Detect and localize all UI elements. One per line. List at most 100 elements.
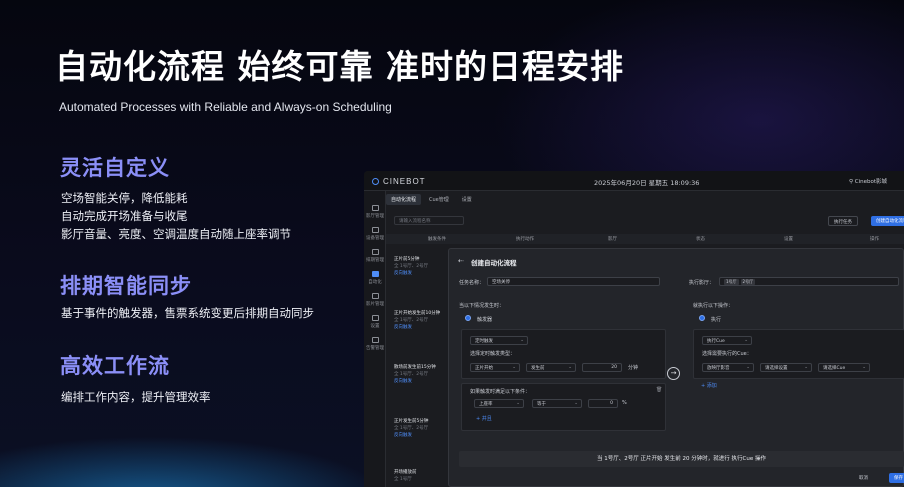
film-icon <box>371 293 379 299</box>
trigger-when-select[interactable]: 发生前 ⌄ <box>526 363 576 372</box>
row-title: 正片发生前5分钟 <box>394 419 429 424</box>
row-title: 开场播放前 <box>394 470 417 475</box>
add-action-button[interactable]: + 添加 <box>701 382 717 389</box>
row-meta: 全 1号厅、2号厅 <box>394 426 429 431</box>
feature-heading-customize: 灵活自定义 <box>60 156 170 180</box>
sidebar-item-automation[interactable]: 自动化 <box>366 271 384 289</box>
table-row[interactable]: 开场播放前全 1号厅 <box>394 469 450 483</box>
action-device-value: 放映厅影音 <box>707 366 730 371</box>
trigger-event-select[interactable]: 正片开始 ⌄ <box>470 363 520 372</box>
automation-icon <box>371 271 379 277</box>
row-link[interactable]: 反向触发 <box>394 270 450 277</box>
condition-panel: 如果触发时满足以下条件： 🗑 上座率 ⌄ 等于 ⌄ 0 % + 并且 <box>461 383 666 431</box>
create-flow-button[interactable]: 创建自动化流程 <box>871 216 904 226</box>
table-row[interactable]: 正片开始发生前10分钟全 1号厅、2号厅 反向触发 <box>394 310 450 331</box>
sidebar-label: 设备管理 <box>366 236 384 241</box>
top-bar: CINEBOT 2025年06月20日 星期五 18:09:36 ⚲ Cineb… <box>364 171 904 191</box>
search-input[interactable]: 请输入流程名称 <box>394 216 464 225</box>
exec-hall-select[interactable]: 1号厅 2号厅 <box>719 277 899 286</box>
condition-operator-value: 等于 <box>537 402 546 407</box>
condition-operator-select[interactable]: 等于 ⌄ <box>532 399 582 408</box>
feature-line: 空场智能关停，降低能耗 <box>61 191 188 205</box>
table-row[interactable]: 散场前发生前15分钟全 1号厅、2号厅 反向触发 <box>394 364 450 385</box>
task-name-label: 任务名称： <box>459 280 485 286</box>
logo-icon <box>372 178 379 185</box>
sidebar-label: 设置 <box>370 324 380 329</box>
action-setting-select[interactable]: 请选择设置 ⌄ <box>760 363 812 372</box>
chevron-down-icon: ⌄ <box>746 365 750 370</box>
chevron-down-icon: ⌄ <box>512 365 516 370</box>
action-cue-value: 请选择Cue <box>823 366 846 371</box>
col-trigger: 触发条件 <box>428 237 446 242</box>
row-link[interactable]: 反向触发 <box>394 378 450 385</box>
app-logo: CINEBOT <box>372 177 426 186</box>
sidebar-label: 告警管理 <box>366 346 384 351</box>
trigger-radio[interactable] <box>465 315 471 321</box>
table-row[interactable]: 正片前5分钟全 1号厅、2号厅 反向触发 <box>394 256 450 277</box>
feature-heading-sync: 排期智能同步 <box>60 274 192 298</box>
action-device-select[interactable]: 放映厅影音 ⌄ <box>702 363 754 372</box>
col-hall: 影厅 <box>608 237 617 242</box>
cinema-label: Cinebot影城 <box>854 179 888 185</box>
condition-value-input[interactable]: 0 <box>588 399 618 408</box>
tab-settings[interactable]: 设置 <box>457 194 477 205</box>
action-option-label: 执行 <box>711 317 722 323</box>
row-link[interactable]: 反向触发 <box>394 324 450 331</box>
trigger-panel: 定时触发 ⌄ 选择定时触发类型： 正片开始 ⌄ 发生前 ⌄ 20 分钟 <box>461 329 666 379</box>
hall-chip[interactable]: 1号厅 <box>724 279 739 285</box>
device-icon <box>371 227 379 233</box>
logo-text: CINEBOT <box>383 177 426 186</box>
flow-summary: 当 1号厅、2号厅 正片开始 发生前 20 分钟时，就进行 执行Cue 操作 <box>459 451 904 467</box>
row-title: 散场前发生前15分钟 <box>394 365 436 370</box>
condition-metric-select[interactable]: 上座率 ⌄ <box>474 399 524 408</box>
arrow-right-icon: → <box>667 367 680 380</box>
sidebar-item-settings[interactable]: 设置 <box>366 315 384 333</box>
sidebar-label: 影厅管理 <box>366 214 384 219</box>
col-action: 执行动作 <box>516 237 534 242</box>
row-meta: 全 1号厅、2号厅 <box>394 264 429 269</box>
calendar-icon <box>371 249 379 255</box>
sidebar-label: 排期管理 <box>366 258 384 263</box>
sidebar-item-hall[interactable]: 影厅管理 <box>366 205 384 223</box>
task-name-input[interactable]: 空场关停 <box>487 277 660 286</box>
trigger-type-select[interactable]: 定时触发 ⌄ <box>470 336 528 345</box>
cinema-name[interactable]: ⚲ Cinebot影城 <box>849 177 887 185</box>
exec-hall-label: 执行影厅： <box>689 280 715 286</box>
row-meta: 全 1号厅、2号厅 <box>394 318 429 323</box>
sidebar-item-film[interactable]: 影片管理 <box>366 293 384 311</box>
sidebar-item-device[interactable]: 设备管理 <box>366 227 384 245</box>
trash-icon[interactable]: 🗑 <box>656 387 662 393</box>
tab-bar: 自动化流程 Cue管理 设置 <box>386 194 480 206</box>
chevron-down-icon: ⌄ <box>574 401 578 406</box>
sidebar-item-schedule[interactable]: 排期管理 <box>366 249 384 267</box>
hero-title: 自动化流程 始终可靠 准时的日程安排 <box>55 47 624 86</box>
sidebar-item-alerts[interactable]: 告警管理 <box>366 337 384 355</box>
cancel-button[interactable]: 取消 <box>854 473 873 483</box>
trigger-type-value: 定时触发 <box>475 339 493 344</box>
chevron-down-icon: ⌄ <box>862 365 866 370</box>
action-radio[interactable] <box>699 315 705 321</box>
action-cue-select[interactable]: 请选择Cue ⌄ <box>818 363 870 372</box>
row-meta: 全 1号厅 <box>394 477 412 482</box>
trigger-option-label: 触发器 <box>477 317 493 323</box>
action-type-select[interactable]: 执行Cue ⌄ <box>702 336 752 345</box>
row-link[interactable]: 反向触发 <box>394 432 450 439</box>
col-status: 状态 <box>696 237 705 242</box>
chevron-down-icon: ⌄ <box>516 401 520 406</box>
condition-metric-value: 上座率 <box>479 402 493 407</box>
add-condition-button[interactable]: + 并且 <box>476 415 492 422</box>
share-icon[interactable]: ⇠ <box>458 257 464 265</box>
trigger-minutes-input[interactable]: 20 <box>582 363 622 372</box>
condition-heading: 如果触发时满足以下条件： <box>470 389 531 395</box>
sidebar: 影厅管理 设备管理 排期管理 自动化 影片管理 设置 告警管理 <box>364 191 386 487</box>
tab-cue[interactable]: Cue管理 <box>424 194 454 205</box>
run-task-button[interactable]: 执行任务 <box>828 216 858 226</box>
hall-chip[interactable]: 2号厅 <box>740 279 756 285</box>
feature-line: 影厅音量、亮度、空调温度自动随上座率调节 <box>61 227 291 241</box>
tab-automation[interactable]: 自动化流程 <box>386 194 422 205</box>
chevron-down-icon: ⌄ <box>568 365 572 370</box>
save-button[interactable]: 保存 <box>889 473 904 483</box>
table-row[interactable]: 正片发生前5分钟全 1号厅、2号厅 反向触发 <box>394 418 450 439</box>
row-meta: 全 1号厅、2号厅 <box>394 372 429 377</box>
modal-title: 创建自动化流程 <box>471 259 517 267</box>
